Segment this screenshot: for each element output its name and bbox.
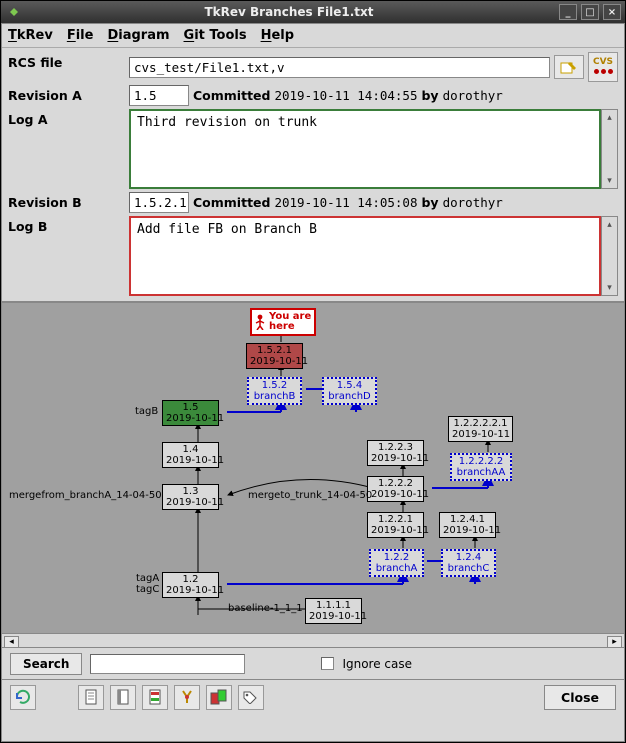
search-button[interactable]: Search	[10, 653, 82, 675]
diagram-h-scrollbar[interactable]: ◂▸	[2, 633, 624, 647]
node-branch-a[interactable]: 1.2.2branchA	[369, 549, 424, 577]
menubar: TkRev File Diagram Git Tools Help	[2, 24, 624, 48]
node-1-5-2-1[interactable]: 1.5.2.12019-10-11	[246, 343, 303, 369]
revision-b-label: Revision B	[8, 192, 129, 213]
node-1-2-2-3[interactable]: 1.2.2.32019-10-11	[367, 440, 424, 466]
search-bar: Search Ignore case	[2, 647, 624, 679]
app-frame: TkRev File Diagram Git Tools Help RCS fi…	[1, 23, 625, 742]
log-b-scrollbar[interactable]: ▴▾	[601, 216, 618, 296]
node-branch-d[interactable]: 1.5.4branchD	[322, 377, 377, 405]
log-b-label: Log B	[8, 216, 129, 296]
app-menu-icon[interactable]	[5, 4, 23, 20]
bottom-toolbar: Close	[2, 679, 624, 714]
node-1-2-4-1[interactable]: 1.2.4.12019-10-11	[439, 512, 496, 538]
close-button[interactable]: Close	[544, 685, 616, 710]
menu-gittools[interactable]: Git Tools	[184, 28, 247, 43]
tag-mergeto-label: mergeto_trunk_14-04-50	[248, 490, 372, 501]
ignore-case-label: Ignore case	[342, 657, 412, 671]
files-icon[interactable]	[206, 685, 232, 710]
merge-icon[interactable]	[174, 685, 200, 710]
menu-tkrev[interactable]: TkRev	[8, 28, 53, 43]
tag-c-label: tagC	[136, 584, 159, 595]
menu-file[interactable]: File	[67, 28, 94, 43]
annotate-icon[interactable]	[110, 685, 136, 710]
menu-diagram[interactable]: Diagram	[107, 28, 169, 43]
tags-icon[interactable]	[238, 685, 264, 710]
window-title: TkRev Branches File1.txt	[23, 5, 555, 19]
revision-b-info: Committed 2019-10-11 14:05:08 by dorothy…	[193, 195, 503, 210]
titlebar[interactable]: TkRev Branches File1.txt _ □ ×	[1, 1, 625, 23]
tag-mergefrom-label: mergefrom_branchA_14-04-50	[9, 490, 162, 501]
node-branch-c[interactable]: 1.2.4branchC	[441, 549, 496, 577]
log-a-scrollbar[interactable]: ▴▾	[601, 109, 618, 189]
diagram-canvas[interactable]: You are here 1.5.2.12019-10-11 1.5.2bran…	[2, 303, 624, 633]
tag-a-label: tagA	[136, 573, 159, 584]
node-1-5[interactable]: 1.52019-10-11	[162, 400, 219, 426]
node-branch-b[interactable]: 1.5.2branchB	[247, 377, 302, 405]
form-area: RCS file cvs_test/File1.txt,v CVS Revisi…	[2, 48, 624, 301]
node-1-2-2-2[interactable]: 1.2.2.22019-10-11	[367, 476, 424, 502]
ignore-case-checkbox[interactable]	[321, 657, 334, 670]
node-1-2-2-2-2-1[interactable]: 1.2.2.2.2.12019-10-11	[448, 416, 513, 442]
menu-help[interactable]: Help	[261, 28, 294, 43]
node-1-2[interactable]: 1.22019-10-11	[162, 572, 219, 598]
edit-file-icon[interactable]	[554, 55, 584, 79]
maximize-button[interactable]: □	[581, 4, 599, 20]
node-1-4[interactable]: 1.42019-10-11	[162, 442, 219, 468]
search-input[interactable]	[90, 654, 245, 674]
window-root: TkRev Branches File1.txt _ □ × TkRev Fil…	[0, 0, 626, 743]
minimize-button[interactable]: _	[559, 4, 577, 20]
rcs-file-field[interactable]: cvs_test/File1.txt,v	[129, 57, 550, 78]
revision-b-field[interactable]: 1.5.2.1	[129, 192, 189, 213]
rcs-file-label: RCS file	[8, 52, 129, 82]
you-are-here-marker: You are here	[250, 308, 316, 336]
node-1-2-2-1[interactable]: 1.2.2.12019-10-11	[367, 512, 424, 538]
log-a-label: Log A	[8, 109, 129, 189]
node-1-3[interactable]: 1.32019-10-11	[162, 484, 219, 510]
diagram-lines	[2, 303, 624, 633]
view-file-icon[interactable]	[78, 685, 104, 710]
diagram-canvas-frame: You are here 1.5.2.12019-10-11 1.5.2bran…	[2, 301, 624, 647]
refresh-icon[interactable]	[10, 685, 36, 710]
revision-a-field[interactable]: 1.5	[129, 85, 189, 106]
node-1-1-1-1[interactable]: 1.1.1.12019-10-11	[305, 598, 362, 624]
log-b-text[interactable]: Add file FB on Branch B	[129, 216, 601, 296]
tag-b-label: tagB	[135, 406, 158, 417]
node-branch-aa[interactable]: 1.2.2.2.2branchAA	[450, 453, 512, 481]
revision-a-info: Committed 2019-10-11 14:04:55 by dorothy…	[193, 88, 503, 103]
revision-a-label: Revision A	[8, 85, 129, 106]
log-a-text[interactable]: Third revision on trunk	[129, 109, 601, 189]
diff-icon[interactable]	[142, 685, 168, 710]
close-window-button[interactable]: ×	[603, 4, 621, 20]
cvs-icon[interactable]: CVS	[588, 52, 618, 82]
tag-baseline-label: baseline-1_1_1	[228, 603, 303, 614]
